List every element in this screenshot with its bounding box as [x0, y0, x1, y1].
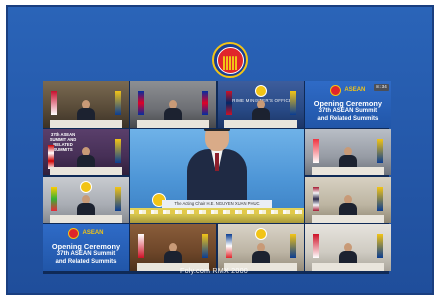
flag-icon	[225, 234, 232, 259]
flag-icon	[202, 234, 209, 259]
participant-tile-12[interactable]	[304, 176, 391, 224]
participant-tile-15[interactable]	[217, 224, 304, 271]
summit-line-2: and Related Summits	[55, 258, 117, 265]
participant-tile-1[interactable]	[43, 81, 129, 128]
flower-arrangement	[130, 208, 304, 224]
flag-icon	[138, 91, 145, 115]
delegate-video	[251, 242, 270, 265]
participant-tile-8[interactable]	[304, 128, 391, 176]
desk	[311, 262, 385, 271]
participant-tile-13[interactable]: ASEAN Opening Ceremony 37th ASEAN Summit…	[43, 224, 129, 271]
flag-icon	[312, 186, 319, 211]
summit-line-1: 37th ASEAN Summit	[56, 251, 116, 258]
delegate-video	[77, 99, 95, 122]
flag-icon	[115, 186, 121, 211]
flag-icon	[312, 138, 319, 163]
desk	[311, 215, 385, 224]
desk	[49, 215, 123, 224]
participant-tile-14[interactable]	[130, 224, 217, 271]
delegate-video	[338, 195, 357, 218]
office-seal-icon	[254, 85, 267, 97]
flag-icon	[138, 234, 145, 259]
delegate-video	[77, 147, 95, 170]
time-badge: 8:34	[374, 84, 389, 91]
flag-icon	[115, 138, 121, 163]
flag-icon	[376, 138, 383, 163]
summit-line-2: and Related Summits	[317, 115, 379, 122]
flag-icon	[376, 234, 383, 259]
delegate-video	[251, 99, 270, 122]
participant-tile-4[interactable]: ASEAN Opening Ceremony 37th ASEAN Summit…	[304, 81, 391, 128]
flag-icon	[48, 144, 54, 169]
flag-icon	[115, 91, 121, 115]
delegate-video	[338, 147, 357, 170]
rice-stalks-icon	[216, 46, 244, 74]
flag-icon	[202, 91, 209, 115]
speaker-video	[186, 128, 247, 202]
brand-label: ASEAN	[82, 230, 104, 237]
delegate-video	[164, 242, 183, 265]
ceremony-title: Opening Ceremony	[313, 99, 382, 108]
delegate-video	[164, 99, 183, 122]
ceremony-title: Opening Ceremony	[51, 242, 121, 252]
desk	[224, 262, 297, 271]
desk	[49, 119, 123, 128]
delegate-video	[77, 195, 95, 218]
flag-icon	[51, 91, 57, 115]
asean-logo-icon	[68, 227, 80, 239]
participant-tile-5[interactable]: 37th ASEAN SUMMIT AND RELATED SUMMITS	[43, 128, 129, 176]
office-seal-icon	[80, 180, 92, 193]
flag-icon	[51, 186, 57, 211]
desk	[311, 167, 385, 176]
desk	[137, 262, 210, 271]
delegate-video	[338, 242, 357, 265]
office-seal-icon	[254, 228, 267, 241]
participant-tile-16[interactable]	[304, 224, 391, 271]
participant-tile-2[interactable]	[130, 81, 217, 128]
flag-icon	[289, 91, 296, 115]
participant-tile-9[interactable]	[43, 176, 129, 224]
brand-label: ASEAN	[344, 87, 366, 93]
desk	[137, 119, 210, 128]
summit-line-1: 37th ASEAN Summit	[318, 108, 378, 114]
speaker-placard: The Acting Chair H.E. NGUYEN XUAN PHUC	[162, 200, 272, 209]
flag-icon	[376, 186, 383, 211]
participant-tile-3[interactable]: PRIME MINISTER'S OFFICE	[217, 81, 304, 128]
desk	[49, 167, 123, 176]
asean-logo-icon	[330, 84, 342, 96]
participant-grid: PRIME MINISTER'S OFFICE ASEAN Opening Ce…	[43, 81, 391, 274]
flag-icon	[225, 91, 232, 115]
main-speaker-tile[interactable]: The Acting Chair H.E. NGUYEN XUAN PHUC	[130, 128, 304, 224]
desk	[224, 119, 297, 128]
flag-icon	[312, 234, 319, 259]
asean-emblem-icon	[212, 42, 248, 78]
flag-icon	[289, 234, 296, 259]
